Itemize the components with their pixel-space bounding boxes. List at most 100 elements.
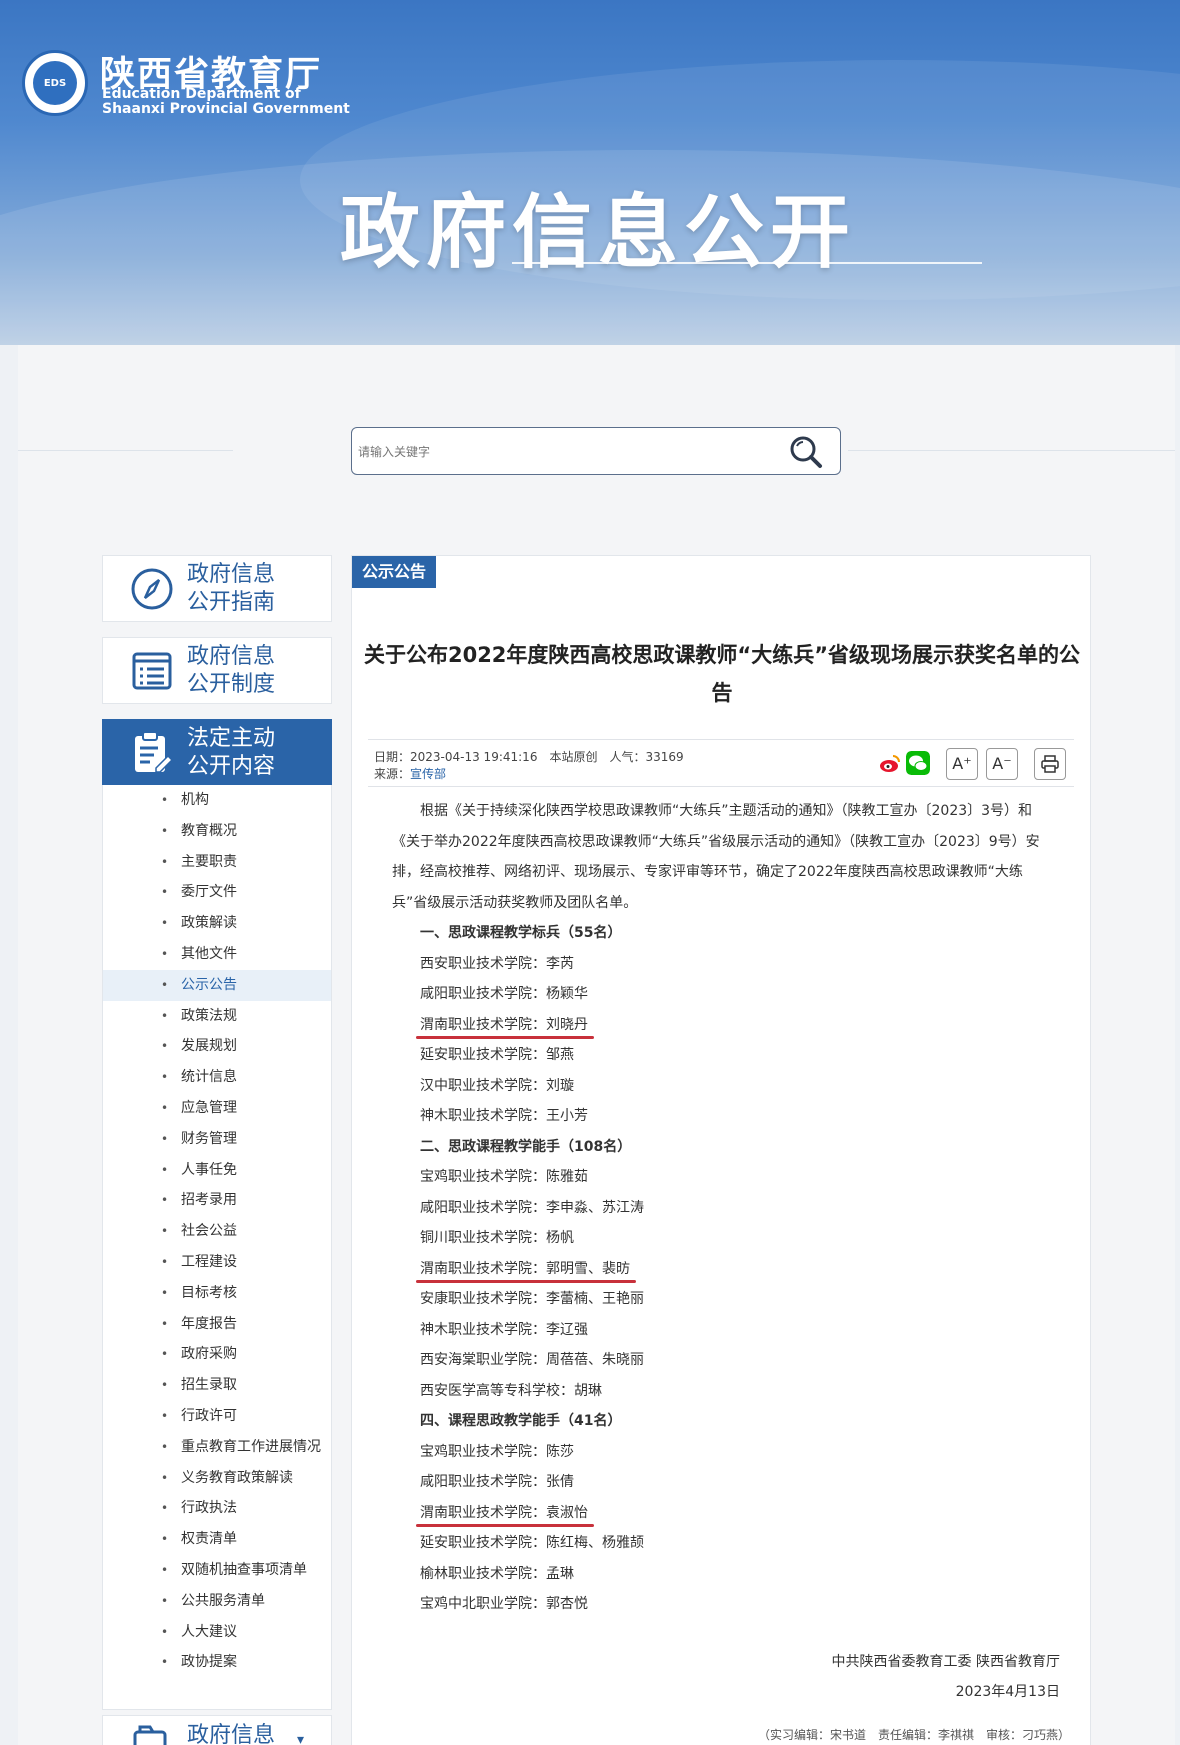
sidebar-item[interactable]: 应急管理	[103, 1093, 331, 1124]
title-divider	[512, 262, 982, 264]
sidebar-item[interactable]: 统计信息	[103, 1062, 331, 1093]
sidebar-item[interactable]: 招生录取	[103, 1370, 331, 1401]
card-label-line1: 法定主动	[187, 725, 276, 751]
sidebar-card-more[interactable]: 政府信息 ▾	[102, 1715, 332, 1745]
wechat-icon[interactable]	[906, 751, 930, 775]
sidebar-card-active-content[interactable]: 法定主动 公开内容	[102, 719, 332, 786]
print-button[interactable]	[1034, 748, 1066, 780]
list-item: 延安职业技术学院：邹燕	[392, 1040, 1057, 1071]
list-item: 渭南职业技术学院：刘晓丹	[392, 1010, 1057, 1041]
winner-entry: 西安职业技术学院：李芮	[420, 955, 574, 972]
sidebar-item[interactable]: 其他文件	[103, 939, 331, 970]
sidebar-item[interactable]: 公共服务清单	[103, 1586, 331, 1617]
winner-entry: 渭南职业技术学院：刘晓丹	[420, 1016, 588, 1033]
winner-entry: 西安海棠职业学院：周蓓蓓、朱晓丽	[420, 1352, 644, 1368]
sidebar-item[interactable]: 主要职责	[103, 847, 331, 878]
weibo-icon[interactable]	[878, 751, 902, 775]
winner-list: 一、思政课程教学标兵（55名） 西安职业技术学院：李芮咸阳职业技术学院：杨颖华渭南…	[392, 918, 1057, 1620]
sidebar-item[interactable]: 权责清单	[103, 1524, 331, 1555]
sidebar-item[interactable]: 工程建设	[103, 1247, 331, 1278]
list-item: 西安海棠职业学院：周蓓蓓、朱晓丽	[392, 1345, 1057, 1376]
sidebar-card-guide[interactable]: 政府信息 公开指南	[102, 555, 332, 622]
list-item: 铜川职业技术学院：杨帆	[392, 1223, 1057, 1254]
search-icon[interactable]	[786, 434, 826, 470]
sidebar-item[interactable]: 政策解读	[103, 908, 331, 939]
article-panel: 公示公告 关于公布2022年度陕西高校思政课教师“大练兵”省级现场展示获奖名单的…	[351, 555, 1091, 1745]
card-label-line2: 公开制度	[187, 671, 276, 697]
sidebar-item[interactable]: 委厅文件	[103, 877, 331, 908]
divider	[848, 450, 1175, 451]
sidebar-item[interactable]: 政府采购	[103, 1339, 331, 1370]
sidebar-item[interactable]: 教育概况	[103, 816, 331, 847]
list-item: 汉中职业技术学院：刘璇	[392, 1071, 1057, 1102]
sidebar-item[interactable]: 行政许可	[103, 1401, 331, 1432]
sidebar-item[interactable]: 政策法规	[103, 1001, 331, 1032]
sidebar-item[interactable]: 财务管理	[103, 1124, 331, 1155]
list-item: 咸阳职业技术学院：杨颖华	[392, 979, 1057, 1010]
list-item: 咸阳职业技术学院：张倩	[392, 1467, 1057, 1498]
winner-entry: 延安职业技术学院：邹燕	[420, 1047, 574, 1063]
article-meta: 日期：2023-04-13 19:41:16 本站原创 人气：33169	[374, 750, 684, 764]
sidebar-item[interactable]: 机构	[103, 785, 331, 816]
list-item: 宝鸡职业技术学院：陈莎	[392, 1437, 1057, 1468]
department-emblem-icon[interactable]: EDS	[22, 50, 88, 116]
source-link[interactable]: 宣传部	[410, 767, 446, 781]
clipboard-edit-icon	[127, 728, 177, 778]
source-label: 来源：	[374, 767, 411, 781]
search-box	[351, 427, 841, 475]
font-decrease-button[interactable]: A⁻	[986, 748, 1018, 780]
sidebar-item[interactable]: 人事任免	[103, 1155, 331, 1186]
sidebar-item[interactable]: 双随机抽查事项清单	[103, 1555, 331, 1586]
winner-entry: 渭南职业技术学院：袁淑怡	[420, 1504, 588, 1521]
sidebar-item[interactable]: 招考录用	[103, 1185, 331, 1216]
list-item: 安康职业技术学院：李蕾楠、王艳丽	[392, 1284, 1057, 1315]
sidebar-item[interactable]: 人大建议	[103, 1617, 331, 1648]
compass-icon	[127, 564, 177, 614]
sidebar-item[interactable]: 公示公告	[103, 969, 331, 1001]
article-meta-bar: 日期：2023-04-13 19:41:16 本站原创 人气：33169 来源：…	[368, 739, 1074, 787]
list-item: 宝鸡职业技术学院：陈雅茹	[392, 1162, 1057, 1193]
sidebar-item[interactable]: 行政执法	[103, 1493, 331, 1524]
sidebar-item[interactable]: 社会公益	[103, 1216, 331, 1247]
department-name-en-line2: Shaanxi Provincial Government	[102, 101, 350, 117]
winner-entry: 宝鸡职业技术学院：陈雅茹	[420, 1169, 588, 1185]
list-item: 榆林职业技术学院：孟琳	[392, 1559, 1057, 1590]
winner-entry: 神木职业技术学院：李辽强	[420, 1321, 588, 1338]
sidebar-item[interactable]: 发展规划	[103, 1031, 331, 1062]
sidebar-item[interactable]: 义务教育政策解读	[103, 1463, 331, 1494]
chevron-down-icon: ▾	[297, 1732, 305, 1745]
search-area	[18, 345, 1175, 505]
list-item: 神木职业技术学院：王小芳	[392, 1101, 1057, 1132]
card-label-line1: 政府信息	[187, 1723, 276, 1745]
highlight-underline	[416, 1035, 594, 1039]
section-heading-text: 一、思政课程教学标兵（55名）	[420, 925, 622, 941]
font-increase-button[interactable]: A⁺	[946, 748, 978, 780]
card-label-line1: 政府信息	[187, 643, 276, 669]
card-label-line2: 公开内容	[187, 753, 276, 779]
article-body: 根据《关于持续深化陕西学校思政课教师“大练兵”主题活动的通知》（陕教工宣办〔20…	[392, 796, 1057, 1620]
winner-entry: 安康职业技术学院：李蕾楠、王艳丽	[420, 1291, 644, 1307]
sidebar-item[interactable]: 目标考核	[103, 1278, 331, 1309]
winner-entry: 汉中职业技术学院：刘璇	[420, 1077, 574, 1094]
list-item: 咸阳职业技术学院：李申淼、苏江涛	[392, 1193, 1057, 1224]
section-heading-text: 二、思政课程教学能手（108名）	[420, 1138, 632, 1155]
winner-entry: 渭南职业技术学院：郭明雪、裴昉	[420, 1260, 630, 1277]
sidebar-item[interactable]: 重点教育工作进展情况	[103, 1432, 331, 1463]
winner-entry: 宝鸡中北职业学院：郭杏悦	[420, 1596, 588, 1612]
sidebar-card-system[interactable]: 政府信息 公开制度	[102, 637, 332, 704]
list-item: 延安职业技术学院：陈红梅、杨雅颉	[392, 1528, 1057, 1559]
search-input[interactable]	[358, 441, 778, 463]
signature-org: 中共陕西省委教育工委 陕西省教育厅	[831, 1654, 1060, 1670]
winner-entry: 宝鸡职业技术学院：陈莎	[420, 1443, 574, 1460]
folder-icon	[127, 1722, 177, 1745]
sidebar-item[interactable]: 政协提案	[103, 1647, 331, 1678]
article-tag: 公示公告	[352, 556, 437, 588]
sidebar-item[interactable]: 年度报告	[103, 1309, 331, 1340]
main-container: 政府信息 公开指南 政府信息 公开制度	[18, 345, 1175, 1745]
printer-icon	[1041, 755, 1059, 773]
header-banner: EDS 陕西省教育厅 Education Department of Shaan…	[0, 0, 1180, 345]
highlight-underline	[416, 1523, 594, 1527]
article-intro: 根据《关于持续深化陕西学校思政课教师“大练兵”主题活动的通知》（陕教工宣办〔20…	[392, 803, 1040, 911]
list-item: 宝鸡中北职业学院：郭杏悦	[392, 1589, 1057, 1620]
section-title: 政府信息公开	[340, 185, 856, 279]
